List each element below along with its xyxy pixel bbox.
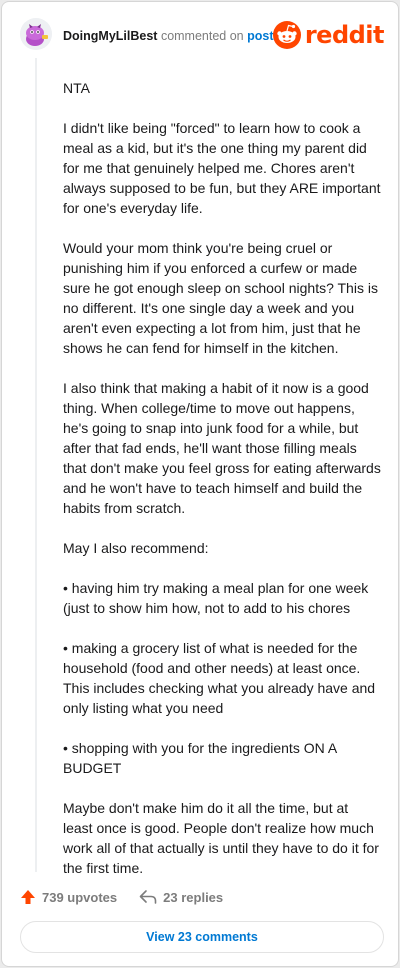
comment-body: NTA I didn't like being "forced" to lear… (63, 78, 381, 898)
upvote-count: 739 upvotes (42, 889, 118, 905)
reddit-snoo-icon (272, 21, 301, 49)
thread-line[interactable] (35, 58, 37, 872)
post-link[interactable]: post (247, 29, 273, 43)
comment-paragraph: I didn't like being "forced" to learn ho… (63, 120, 381, 216)
reply-arrow-icon (139, 890, 157, 904)
comment-card: DoingMyLilBest commented on post reddit … (1, 1, 399, 967)
reply-count: 23 replies (163, 889, 224, 905)
reddit-logo[interactable]: reddit (272, 20, 385, 50)
comment-paragraph: May I also recommend: (63, 540, 209, 556)
upvote-button[interactable]: 739 upvotes (20, 889, 117, 905)
comment-paragraph: • having him try making a meal plan for … (63, 580, 369, 616)
comment-paragraph: Would your mom think you're being cruel … (63, 240, 378, 356)
username-link[interactable]: DoingMyLilBest (63, 29, 157, 43)
comment-paragraph: I also think that making a habit of it n… (63, 380, 381, 516)
comment-paragraph: • shopping with you for the ingredients … (63, 740, 337, 776)
comment-paragraph: • making a grocery list of what is neede… (63, 640, 376, 716)
comment-header: DoingMyLilBest commented on post reddit (2, 2, 398, 70)
comment-meta: DoingMyLilBest commented on post (63, 28, 274, 44)
user-avatar[interactable] (20, 18, 52, 50)
comment-paragraph: Maybe don't make him do it all the time,… (63, 800, 379, 876)
action-text: commented on (160, 29, 244, 43)
reddit-wordmark: reddit (304, 21, 385, 49)
upvote-arrow-icon (21, 890, 35, 904)
comment-paragraph: NTA (63, 80, 90, 96)
replies-button[interactable]: 23 replies (139, 889, 223, 905)
comment-actions: 739 upvotes 23 replies (20, 886, 223, 908)
snoo-avatar-icon (20, 18, 52, 50)
view-comments-button[interactable]: View 23 comments (20, 921, 384, 953)
